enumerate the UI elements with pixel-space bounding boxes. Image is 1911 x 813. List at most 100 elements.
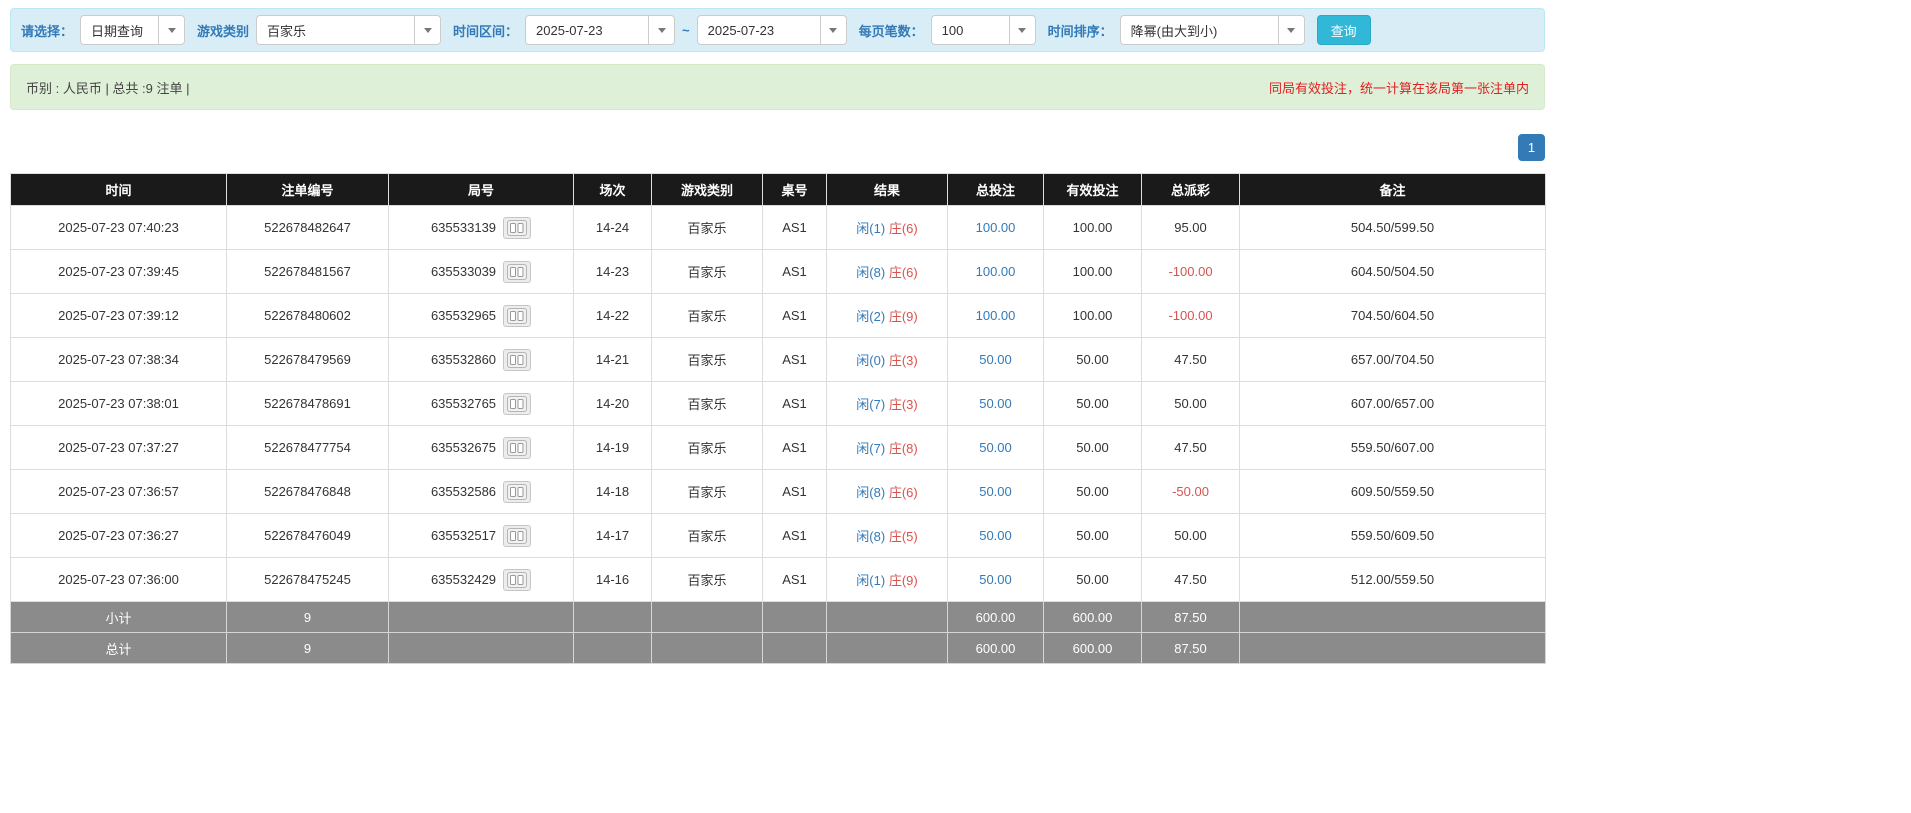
cell-total-bet[interactable]: 100.00 bbox=[947, 205, 1044, 250]
query-type-select[interactable]: 日期查询 bbox=[80, 15, 186, 45]
header-session: 场次 bbox=[573, 173, 652, 206]
payout-value: -50.00 bbox=[1172, 484, 1209, 499]
player-result: 闲(1) bbox=[856, 221, 886, 236]
game-result-icon[interactable] bbox=[503, 304, 532, 327]
table-row: 2025-07-23 07:38:01 522678478691 635532765… bbox=[10, 381, 1546, 426]
cell-bet-no: 522678478691 bbox=[226, 381, 389, 426]
cell-remark: 657.00/704.50 bbox=[1239, 337, 1546, 382]
game-result-icon[interactable] bbox=[503, 392, 532, 415]
cell-time: 2025-07-23 07:36:57 bbox=[10, 469, 227, 514]
table-row: 2025-07-23 07:36:27 522678476049 635532517… bbox=[10, 513, 1546, 558]
game-result-icon[interactable] bbox=[503, 436, 532, 459]
payout-value: 47.50 bbox=[1174, 572, 1207, 587]
cell-total-payout: 47.50 bbox=[1141, 337, 1240, 382]
cell-time: 2025-07-23 07:38:01 bbox=[10, 381, 227, 426]
cell-game-category: 百家乐 bbox=[651, 557, 763, 602]
player-result: 闲(7) bbox=[856, 441, 886, 456]
cell-table-no: AS1 bbox=[762, 293, 827, 338]
cell-game-category: 百家乐 bbox=[651, 469, 763, 514]
cell-session: 14-18 bbox=[573, 469, 652, 514]
footer-label: 总计 bbox=[10, 632, 227, 664]
banker-result: 庄(6) bbox=[888, 221, 918, 236]
cell-session: 14-16 bbox=[573, 557, 652, 602]
round-number: 635532765 bbox=[430, 396, 497, 411]
table-row: 2025-07-23 07:36:00 522678475245 635532429… bbox=[10, 557, 1546, 602]
player-result: 闲(7) bbox=[856, 397, 886, 412]
cell-total-bet[interactable]: 50.00 bbox=[947, 381, 1044, 426]
cell-result: 闲(1) 庄(6) bbox=[826, 205, 948, 250]
cell-total-bet[interactable]: 100.00 bbox=[947, 249, 1044, 294]
chevron-down-icon bbox=[1008, 16, 1035, 44]
cell-table-no: AS1 bbox=[762, 557, 827, 602]
cell-table-no: AS1 bbox=[762, 381, 827, 426]
bets-table: 时间 注单编号 局号 场次 游戏类别 桌号 结果 总投注 有效投注 总派彩 备注… bbox=[10, 173, 1546, 664]
round-number: 635532586 bbox=[430, 484, 497, 499]
footer-total-bet: 600.00 bbox=[947, 632, 1044, 664]
cell-remark: 504.50/599.50 bbox=[1239, 205, 1546, 250]
footer-empty bbox=[573, 632, 652, 664]
total-bet-link[interactable]: 50.00 bbox=[979, 484, 1012, 499]
cell-time: 2025-07-23 07:36:00 bbox=[10, 557, 227, 602]
total-bet-link[interactable]: 50.00 bbox=[979, 352, 1012, 367]
time-sort-select[interactable]: 降幂(由大到小) bbox=[1119, 15, 1305, 45]
cell-total-bet[interactable]: 50.00 bbox=[947, 513, 1044, 558]
total-bet-link[interactable]: 50.00 bbox=[979, 528, 1012, 543]
total-bet-link[interactable]: 100.00 bbox=[976, 308, 1016, 323]
player-result: 闲(8) bbox=[856, 265, 886, 280]
total-bet-link[interactable]: 50.00 bbox=[979, 440, 1012, 455]
table-row: 2025-07-23 07:37:27 522678477754 635532675… bbox=[10, 425, 1546, 470]
cell-game-category: 百家乐 bbox=[651, 425, 763, 470]
round-number: 635532675 bbox=[430, 440, 497, 455]
total-bet-link[interactable]: 100.00 bbox=[976, 264, 1016, 279]
time-sort-group: 时间排序： 降幂(由大到小) bbox=[1048, 15, 1305, 45]
page-1-button[interactable]: 1 bbox=[1518, 134, 1545, 161]
cell-result: 闲(7) 庄(3) bbox=[826, 381, 948, 426]
cell-total-bet[interactable]: 50.00 bbox=[947, 469, 1044, 514]
cell-table-no: AS1 bbox=[762, 469, 827, 514]
date-to-select[interactable]: 2025-07-23 bbox=[696, 15, 847, 45]
cell-total-bet[interactable]: 50.00 bbox=[947, 337, 1044, 382]
footer-empty bbox=[388, 601, 574, 633]
page-size-select[interactable]: 100 bbox=[930, 15, 1036, 45]
cell-session: 14-22 bbox=[573, 293, 652, 338]
cell-remark: 512.00/559.50 bbox=[1239, 557, 1546, 602]
total-bet-link[interactable]: 50.00 bbox=[979, 572, 1012, 587]
query-button[interactable]: 查询 bbox=[1316, 15, 1371, 45]
header-remark: 备注 bbox=[1239, 173, 1546, 206]
cell-total-bet[interactable]: 50.00 bbox=[947, 557, 1044, 602]
player-result: 闲(0) bbox=[856, 353, 886, 368]
footer-empty bbox=[762, 632, 827, 664]
game-result-icon[interactable] bbox=[503, 568, 532, 591]
player-result: 闲(8) bbox=[856, 529, 886, 544]
cell-valid-bet: 50.00 bbox=[1043, 469, 1142, 514]
total-bet-link[interactable]: 50.00 bbox=[979, 396, 1012, 411]
cell-result: 闲(8) 庄(6) bbox=[826, 469, 948, 514]
cell-result: 闲(7) 庄(8) bbox=[826, 425, 948, 470]
cell-bet-no: 522678475245 bbox=[226, 557, 389, 602]
total-bet-link[interactable]: 100.00 bbox=[976, 220, 1016, 235]
table-footer: 小计 9 600.00 600.00 87.50 总计 9 600.00 600.00 87.50 bbox=[10, 601, 1546, 664]
cell-time: 2025-07-23 07:38:34 bbox=[10, 337, 227, 382]
cell-total-bet[interactable]: 50.00 bbox=[947, 425, 1044, 470]
game-result-icon[interactable] bbox=[503, 216, 532, 239]
cell-session: 14-19 bbox=[573, 425, 652, 470]
game-category-select[interactable]: 百家乐 bbox=[256, 15, 442, 45]
game-result-icon[interactable] bbox=[503, 480, 532, 503]
date-from-select[interactable]: 2025-07-23 bbox=[525, 15, 676, 45]
cell-valid-bet: 50.00 bbox=[1043, 425, 1142, 470]
date-range-separator: ~ bbox=[682, 22, 690, 38]
cell-valid-bet: 100.00 bbox=[1043, 205, 1142, 250]
round-number: 635533039 bbox=[430, 264, 497, 279]
game-result-icon[interactable] bbox=[503, 348, 532, 371]
game-result-icon[interactable] bbox=[503, 260, 532, 283]
cell-session: 14-21 bbox=[573, 337, 652, 382]
round-number: 635532965 bbox=[430, 308, 497, 323]
time-sort-value: 降幂(由大到小) bbox=[1130, 23, 1218, 39]
page-size-group: 每页笔数： 100 bbox=[859, 15, 1036, 45]
page: 请选择： 日期查询 游戏类别 百家乐 时间区间： 2025-07-23 ~ 20… bbox=[10, 8, 1546, 664]
cell-total-bet[interactable]: 100.00 bbox=[947, 293, 1044, 338]
game-result-icon[interactable] bbox=[503, 524, 532, 547]
footer-total-bet: 600.00 bbox=[947, 601, 1044, 633]
cell-game-category: 百家乐 bbox=[651, 249, 763, 294]
header-bet-no: 注单编号 bbox=[226, 173, 389, 206]
